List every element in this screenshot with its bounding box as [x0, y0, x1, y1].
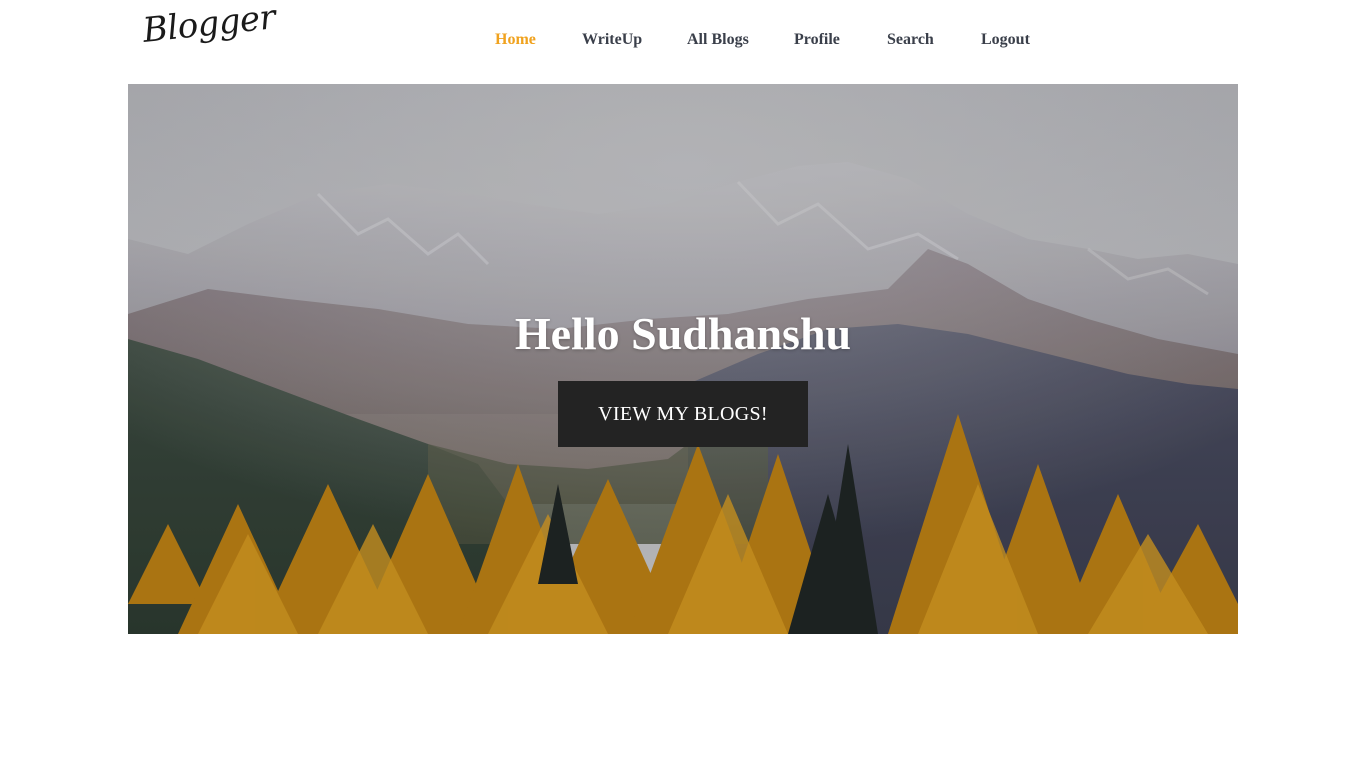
nav-search[interactable]: Search: [887, 31, 934, 49]
site-header: Blogger Home WriteUp All Blogs Profile S…: [0, 0, 1366, 84]
blogger-logo[interactable]: Blogger: [141, 0, 277, 51]
view-my-blogs-button[interactable]: VIEW MY BLOGS!: [558, 381, 808, 447]
nav-logout[interactable]: Logout: [981, 31, 1030, 49]
nav-home[interactable]: Home: [495, 31, 536, 49]
nav-all-blogs[interactable]: All Blogs: [687, 31, 749, 49]
nav-writeup[interactable]: WriteUp: [582, 31, 642, 49]
page: Blogger Home WriteUp All Blogs Profile S…: [0, 0, 1366, 768]
hero-greeting: Hello Sudhanshu: [514, 307, 852, 359]
nav-profile[interactable]: Profile: [794, 31, 840, 49]
hero-banner: Hello Sudhanshu VIEW MY BLOGS!: [128, 84, 1238, 634]
